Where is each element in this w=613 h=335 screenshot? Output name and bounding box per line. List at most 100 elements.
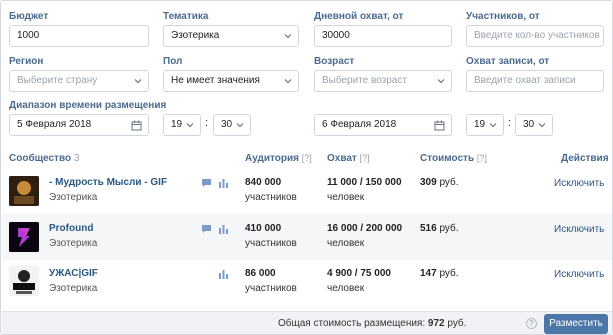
post-reach-label: Охват записи, от bbox=[466, 56, 550, 67]
start-date-value: 5 Февраля 2018 bbox=[17, 119, 92, 130]
start-date-input[interactable]: 5 Февраля 2018 bbox=[9, 114, 149, 136]
post-reach-input[interactable]: Введите охват записи bbox=[466, 70, 604, 92]
chevron-down-icon bbox=[284, 79, 292, 84]
audience-unit: участников bbox=[245, 192, 297, 203]
end-date-input[interactable]: 6 Февраля 2018 bbox=[314, 114, 452, 136]
col-audience-header[interactable]: Аудитория [?] bbox=[245, 153, 312, 164]
avatar[interactable] bbox=[9, 176, 39, 206]
price-currency: руб. bbox=[439, 177, 459, 188]
members-input[interactable]: Введите кол-во участников bbox=[466, 25, 604, 47]
members-label: Участников, от bbox=[466, 11, 540, 22]
stats-icon[interactable] bbox=[218, 178, 229, 188]
chevron-down-icon bbox=[489, 123, 497, 128]
col-community-header[interactable]: Сообщество 3 bbox=[9, 153, 79, 164]
end-hour-select[interactable]: 19 bbox=[466, 114, 504, 136]
end-minute-value: 30 bbox=[523, 119, 535, 130]
age-select[interactable]: Выберите возраст bbox=[314, 70, 452, 92]
region-select-placeholder: Выберите страну bbox=[17, 75, 98, 86]
chevron-down-icon bbox=[538, 123, 546, 128]
footer-bar: Общая стоимость размещения: 972 руб. ? Р… bbox=[2, 311, 612, 334]
gender-label: Пол bbox=[163, 56, 183, 67]
chevron-down-icon bbox=[437, 79, 445, 84]
start-minute-select[interactable]: 30 bbox=[213, 114, 251, 136]
reach-unit: человек bbox=[327, 238, 365, 249]
total-cost-label: Общая стоимость размещения: bbox=[278, 318, 426, 329]
avatar[interactable] bbox=[9, 222, 39, 252]
topic-select[interactable]: Эзотерика bbox=[163, 25, 299, 47]
calendar-icon bbox=[434, 120, 445, 131]
audience-value: 86 000 bbox=[245, 268, 276, 279]
col-actions-header: Действия bbox=[561, 153, 609, 164]
reach-unit: человек bbox=[327, 192, 365, 203]
table-row: - Мудрость Мысли - GIF Эзотерика 840 000… bbox=[2, 167, 612, 214]
start-minute-value: 30 bbox=[221, 119, 233, 130]
age-label: Возраст bbox=[314, 56, 355, 67]
col-cost-label: Стоимость bbox=[420, 153, 475, 164]
col-reach-header[interactable]: Охват [?] bbox=[327, 153, 370, 164]
audience-help[interactable]: [?] bbox=[302, 153, 312, 163]
reach-unit: человек bbox=[327, 283, 365, 294]
exclude-link[interactable]: Исключить bbox=[554, 269, 604, 280]
region-label: Регион bbox=[9, 56, 44, 67]
col-audience-label: Аудитория bbox=[245, 153, 299, 164]
price-value: 309 руб. bbox=[420, 177, 459, 188]
comment-icon[interactable] bbox=[201, 224, 212, 234]
start-hour-value: 19 bbox=[171, 119, 183, 130]
age-select-placeholder: Выберите возраст bbox=[322, 75, 407, 86]
budget-label: Бюджет bbox=[9, 11, 49, 22]
audience-value: 410 000 bbox=[245, 223, 282, 234]
reach-value: 4 900 / 75 000 bbox=[327, 268, 391, 279]
table-row: Profound Эзотерика 410 000 участников 16… bbox=[2, 214, 612, 260]
help-icon[interactable]: ? bbox=[526, 318, 537, 329]
stats-icon[interactable] bbox=[218, 224, 229, 234]
end-minute-select[interactable]: 30 bbox=[515, 114, 553, 136]
topic-select-value: Эзотерика bbox=[171, 30, 220, 41]
table-row: УЖАС|GIF Эзотерика 86 000 участников 4 9… bbox=[2, 260, 612, 311]
exclude-link[interactable]: Исключить bbox=[554, 178, 604, 189]
col-cost-header[interactable]: Стоимость [?] bbox=[420, 153, 487, 164]
time-range-label: Диапазон времени размещения bbox=[9, 100, 167, 111]
time-separator: : bbox=[508, 117, 512, 129]
community-name-link[interactable]: УЖАС|GIF bbox=[49, 268, 98, 279]
avatar[interactable] bbox=[9, 266, 39, 296]
place-button[interactable]: Разместить bbox=[544, 314, 608, 334]
col-reach-label: Охват bbox=[327, 153, 357, 164]
reach-help[interactable]: [?] bbox=[360, 153, 370, 163]
stats-icon[interactable] bbox=[218, 269, 229, 279]
total-cost-currency: руб. bbox=[447, 318, 467, 329]
total-cost-value: 972 bbox=[427, 318, 445, 329]
gender-select-value: Не имеет значения bbox=[171, 75, 260, 86]
calendar-icon bbox=[131, 120, 142, 131]
chevron-down-icon bbox=[186, 123, 194, 128]
comment-icon[interactable] bbox=[201, 178, 212, 188]
time-separator: : bbox=[205, 117, 209, 129]
community-name-link[interactable]: Profound bbox=[49, 223, 93, 234]
price-amount: 147 bbox=[420, 268, 437, 279]
reach-value: 11 000 / 150 000 bbox=[327, 177, 402, 188]
exclude-link[interactable]: Исключить bbox=[554, 224, 604, 235]
chevron-down-icon bbox=[236, 123, 244, 128]
community-avatar-image bbox=[9, 266, 39, 296]
price-amount: 516 bbox=[420, 223, 437, 234]
community-count: 3 bbox=[73, 153, 80, 164]
audience-unit: участников bbox=[245, 238, 297, 249]
region-select[interactable]: Выберите страну bbox=[9, 70, 149, 92]
price-value: 147 руб. bbox=[420, 268, 459, 279]
audience-unit: участников bbox=[245, 283, 297, 294]
topic-label: Тематика bbox=[163, 11, 209, 22]
end-date-value: 6 Февраля 2018 bbox=[322, 119, 397, 130]
price-currency: руб. bbox=[439, 268, 459, 279]
start-hour-select[interactable]: 19 bbox=[163, 114, 201, 136]
budget-input[interactable]: 1000 bbox=[9, 25, 149, 47]
community-topic: Эзотерика bbox=[49, 283, 98, 294]
price-amount: 309 bbox=[420, 177, 437, 188]
community-name-link[interactable]: - Мудрость Мысли - GIF bbox=[49, 177, 167, 188]
price-currency: руб. bbox=[439, 223, 459, 234]
gender-select[interactable]: Не имеет значения bbox=[163, 70, 299, 92]
community-avatar-image bbox=[9, 222, 39, 252]
daily-reach-input[interactable]: 30000 bbox=[314, 25, 452, 47]
cost-help[interactable]: [?] bbox=[477, 153, 487, 163]
price-value: 516 руб. bbox=[420, 223, 459, 234]
community-topic: Эзотерика bbox=[49, 192, 98, 203]
daily-reach-label: Дневной охват, от bbox=[314, 11, 404, 22]
